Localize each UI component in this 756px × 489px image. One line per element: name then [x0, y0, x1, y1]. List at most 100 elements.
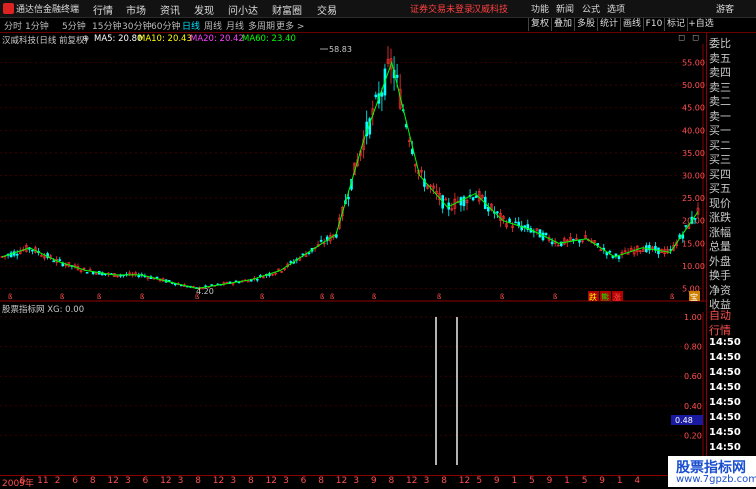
price-tick-label: 30.00 — [682, 172, 705, 181]
ma5-value: MA5: 20.80 — [94, 34, 143, 44]
menu-faxian[interactable]: 发现 — [194, 2, 214, 17]
menu-xinwen[interactable]: 新闻 — [556, 2, 574, 15]
biaoji-button[interactable]: 标记 — [664, 18, 687, 31]
date-tick: 5 — [476, 476, 483, 486]
date-tick: 6 — [72, 476, 78, 486]
date-tick: 9 — [370, 476, 377, 486]
date-tick: 1 — [616, 476, 623, 486]
event-marker[interactable]: ß — [670, 293, 675, 301]
date-tick: 9 — [493, 476, 500, 486]
high-price-label: 58.83 — [329, 45, 352, 54]
event-marker[interactable]: ß — [8, 293, 13, 301]
indicator-tick-label: 0.20 — [684, 431, 702, 440]
price-tick-label: 40.00 — [682, 126, 705, 135]
panel-tab-label[interactable]: 行情 — [709, 322, 731, 338]
tick-time: 14:50 — [709, 337, 741, 348]
date-tick: 3 — [177, 476, 184, 486]
candle-body — [173, 283, 177, 286]
tick-time: 14:50 — [709, 412, 741, 423]
candle-body — [596, 243, 600, 246]
menu-xuanxiang[interactable]: 选项 — [607, 2, 625, 15]
event-marker[interactable]: ß — [437, 293, 442, 301]
app-logo-icon — [3, 3, 14, 14]
login-warning[interactable]: 证券交易未登录 — [410, 2, 473, 15]
tick-time: 14:50 — [709, 427, 741, 438]
event-marker[interactable]: ß — [500, 293, 505, 301]
period-30min[interactable]: 30分钟 — [122, 19, 151, 32]
menu-shichang[interactable]: 市场 — [126, 2, 146, 17]
event-marker[interactable]: ß — [372, 293, 377, 301]
fuquan-button[interactable]: 复权 — [528, 18, 551, 31]
event-marker[interactable]: ß — [320, 293, 325, 301]
candle-body — [319, 239, 323, 242]
user-guest[interactable]: 游客 — [716, 2, 734, 15]
candle-body — [496, 211, 499, 214]
minimize-chart-icon[interactable]: ◻ — [678, 33, 685, 43]
date-tick: 12 — [160, 476, 172, 486]
huaxian-button[interactable]: 画线 — [620, 18, 643, 31]
current-value: 0.48 — [675, 416, 693, 425]
date-tick: 8 — [388, 476, 395, 486]
period-15min[interactable]: 15分钟 — [92, 19, 121, 32]
event-marker[interactable]: ß — [553, 293, 558, 301]
period-fenshi[interactable]: 分时 — [4, 19, 22, 32]
event-marker[interactable]: ß — [195, 293, 200, 301]
menu-gongshi[interactable]: 公式 — [582, 2, 600, 15]
tick-time: 14:50 — [709, 442, 741, 453]
date-tick: 5 — [581, 476, 588, 486]
diejia-button[interactable]: 叠加 — [551, 18, 574, 31]
tick-time: 14:50 — [709, 367, 741, 378]
candle-body — [608, 250, 612, 253]
period-daily[interactable]: 日线 — [182, 19, 200, 32]
expand-chart-icon[interactable]: ◻ — [692, 33, 699, 43]
panel-tab-label[interactable]: 自动 — [709, 307, 731, 323]
badge-xiong-text: 熊 — [601, 292, 609, 302]
event-marker[interactable]: ß — [97, 293, 102, 301]
add-watchlist-button[interactable]: +自选 — [687, 18, 714, 31]
menu-caifuquan[interactable]: 财富圈 — [272, 2, 302, 17]
tongji-button[interactable]: 统计 — [597, 18, 620, 31]
kline-chart[interactable]: 55.0050.0045.0040.0035.0030.0025.0020.00… — [0, 44, 706, 302]
menu-hangqing[interactable]: 行情 — [93, 2, 113, 17]
event-marker[interactable]: ß — [140, 293, 145, 301]
tick-time: 14:50 — [709, 397, 741, 408]
date-tick: 12 — [335, 476, 348, 486]
event-marker[interactable]: ß — [60, 293, 65, 301]
period-weekly[interactable]: 周线 — [204, 19, 222, 32]
event-marker[interactable]: ß — [260, 293, 265, 301]
candle-body — [693, 218, 697, 220]
indicator-tick-label: 0.60 — [684, 372, 702, 381]
price-tick-label: 35.00 — [682, 149, 705, 158]
event-marker[interactable]: ß — [330, 293, 335, 301]
period-60min[interactable]: 60分钟 — [151, 19, 180, 32]
menu-wenxiaoda[interactable]: 问小达 — [228, 2, 258, 17]
date-tick: 6 — [300, 476, 307, 486]
date-tick: 12 — [458, 476, 471, 486]
date-tick: 2009年 — [2, 479, 34, 489]
candle-body — [550, 241, 554, 245]
indicator-chart[interactable]: 1.00 0.80 0.60 0.40 0.20 0.48 — [0, 312, 706, 475]
date-tick: 3 — [283, 476, 289, 486]
period-1min[interactable]: 1分钟 — [25, 19, 49, 32]
menu-jiaoyi[interactable]: 交易 — [317, 2, 337, 17]
badge-die-text: 跌 — [589, 292, 597, 302]
date-tick: 8 — [89, 476, 96, 486]
period-more[interactable]: 更多 > — [276, 19, 304, 32]
date-tick: 12 — [265, 476, 277, 486]
ma20-value: MA20: 20.42 — [190, 34, 244, 44]
period-5min[interactable]: 5分钟 — [62, 19, 86, 32]
date-tick: 6 — [142, 476, 149, 486]
f10-button[interactable]: F10 — [643, 18, 664, 31]
duogu-button[interactable]: 多股 — [574, 18, 597, 31]
period-monthly[interactable]: 月线 — [226, 19, 244, 32]
menu-gongneng[interactable]: 功能 — [531, 2, 549, 15]
date-tick: 8 — [441, 476, 447, 486]
price-tick-label: 55.00 — [682, 59, 705, 68]
chart-options-icon[interactable]: ⊕ — [82, 34, 89, 44]
menu-zixun[interactable]: 资讯 — [160, 2, 180, 17]
signal-bars — [435, 317, 458, 465]
period-multi[interactable]: 多周期 — [248, 19, 275, 32]
date-tick: 12 — [406, 476, 418, 486]
candle-body — [85, 271, 89, 274]
date-tick: 3 — [353, 476, 360, 486]
